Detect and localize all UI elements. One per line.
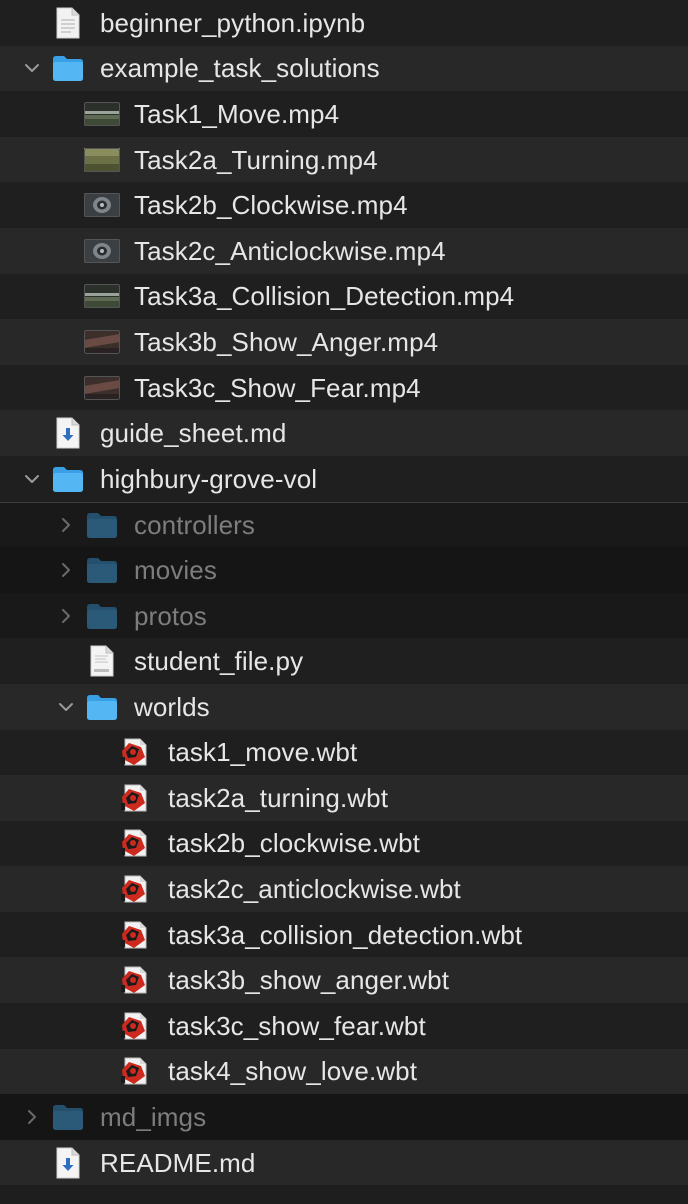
video-thumbnail-icon — [84, 280, 120, 312]
folder-icon — [86, 691, 118, 723]
tree-item-label: Task2c_Anticlockwise.mp4 — [134, 235, 446, 266]
tree-item-label: task4_show_love.wbt — [168, 1056, 418, 1087]
folder-icon — [52, 463, 84, 495]
tree-item-label: highbury-grove-vol — [100, 463, 318, 494]
tree-file-row[interactable]: Task2c_Anticlockwise.mp4 — [0, 227, 688, 274]
webots-world-icon — [118, 736, 150, 768]
folder-icon — [86, 509, 118, 541]
tree-file-row[interactable]: task3c_show_fear.wbt — [0, 1003, 688, 1049]
tree-item-label: example_task_solutions — [100, 53, 380, 84]
tree-item-label: guide_sheet.md — [100, 418, 287, 449]
tree-file-row[interactable]: task1_move.wbt — [0, 729, 688, 776]
tree-file-row[interactable]: Task3b_Show_Anger.mp4 — [0, 319, 688, 365]
tree-folder-row[interactable]: worlds — [0, 683, 688, 730]
folder-icon — [52, 52, 84, 84]
tree-file-row[interactable]: student_file.py — [0, 638, 688, 684]
tree-item-label: beginner_python.ipynb — [100, 7, 366, 38]
tree-folder-row[interactable]: movies — [0, 547, 688, 593]
video-thumbnail-icon — [84, 98, 120, 130]
tree-file-row[interactable]: task2a_turning.wbt — [0, 775, 688, 821]
tree-file-row[interactable]: Task2a_Turning.mp4 — [0, 136, 688, 183]
file-tree: beginner_python.ipynb example_task_soluti… — [0, 0, 688, 1204]
tree-item-label: md_imgs — [100, 1102, 207, 1133]
folder-icon — [86, 554, 118, 586]
tree-file-row[interactable]: task2c_anticlockwise.wbt — [0, 866, 688, 912]
webots-world-icon — [118, 873, 150, 905]
tree-folder-row[interactable]: highbury-grove-vol — [0, 455, 688, 502]
video-thumbnail-icon — [84, 326, 120, 358]
tree-item-label: Task1_Move.mp4 — [134, 98, 340, 129]
webots-world-icon — [118, 1010, 150, 1042]
tree-folder-row[interactable]: protos — [0, 592, 688, 639]
tree-folder-row[interactable]: example_task_solutions — [0, 45, 688, 92]
chevron-right-icon[interactable] — [22, 1107, 42, 1127]
tree-file-row[interactable]: Task3a_Collision_Detection.mp4 — [0, 273, 688, 320]
tree-item-label: student_file.py — [134, 646, 304, 677]
tree-item-label: task3a_collision_detection.wbt — [168, 919, 523, 950]
tree-item-label: protos — [134, 600, 207, 631]
tree-item-label: task2c_anticlockwise.wbt — [168, 874, 461, 905]
tree-item-label: Task3a_Collision_Detection.mp4 — [134, 281, 515, 312]
tree-file-row[interactable]: task3b_show_anger.wbt — [0, 957, 688, 1004]
chevron-right-icon[interactable] — [56, 606, 76, 626]
tree-file-row[interactable]: task3a_collision_detection.wbt — [0, 911, 688, 958]
chevron-down-icon[interactable] — [22, 469, 42, 489]
video-thumbnail-icon — [84, 235, 120, 267]
chevron-right-icon[interactable] — [56, 515, 76, 535]
tree-folder-row[interactable]: controllers — [0, 501, 688, 548]
tree-item-label: movies — [134, 554, 217, 585]
webots-world-icon — [118, 919, 150, 951]
tree-file-row[interactable]: beginner_python.ipynb — [0, 0, 688, 46]
chevron-down-icon[interactable] — [22, 58, 42, 78]
tree-item-label: task2a_turning.wbt — [168, 782, 389, 813]
tree-file-row[interactable]: task4_show_love.wbt — [0, 1048, 688, 1095]
tree-file-row[interactable]: README.md — [0, 1139, 688, 1186]
tree-item-label: Task2a_Turning.mp4 — [134, 144, 378, 175]
python-file-icon — [86, 645, 118, 677]
markdown-file-icon — [52, 417, 84, 449]
tree-file-row[interactable]: task2b_clockwise.wbt — [0, 820, 688, 867]
document-icon — [52, 7, 84, 39]
webots-world-icon — [118, 964, 150, 996]
tree-item-label: task3b_show_anger.wbt — [168, 965, 450, 996]
chevron-right-icon[interactable] — [56, 560, 76, 580]
tree-item-label: task2b_clockwise.wbt — [168, 828, 420, 859]
tree-item-label: Task2b_Clockwise.mp4 — [134, 190, 408, 221]
tree-item-label: README.md — [100, 1147, 256, 1178]
tree-item-label: Task3b_Show_Anger.mp4 — [134, 326, 439, 357]
webots-world-icon — [118, 782, 150, 814]
tree-file-row[interactable]: guide_sheet.md — [0, 410, 688, 456]
video-thumbnail-icon — [84, 189, 120, 221]
tree-folder-row[interactable]: md_imgs — [0, 1094, 688, 1140]
folder-icon — [52, 1101, 84, 1133]
tree-item-label: task3c_show_fear.wbt — [168, 1010, 426, 1041]
tree-item-label: worlds — [134, 691, 210, 722]
tree-file-row[interactable]: Task3c_Show_Fear.mp4 — [0, 364, 688, 411]
chevron-down-icon[interactable] — [56, 697, 76, 717]
webots-world-icon — [118, 1055, 150, 1087]
video-thumbnail-icon — [84, 144, 120, 176]
tree-item-label: Task3c_Show_Fear.mp4 — [134, 372, 421, 403]
tree-file-row[interactable]: Task2b_Clockwise.mp4 — [0, 182, 688, 228]
webots-world-icon — [118, 827, 150, 859]
tree-item-label: controllers — [134, 509, 256, 540]
video-thumbnail-icon — [84, 372, 120, 404]
folder-icon — [86, 600, 118, 632]
markdown-file-icon — [52, 1147, 84, 1179]
tree-file-row[interactable]: Task1_Move.mp4 — [0, 91, 688, 137]
tree-item-label: task1_move.wbt — [168, 737, 358, 768]
